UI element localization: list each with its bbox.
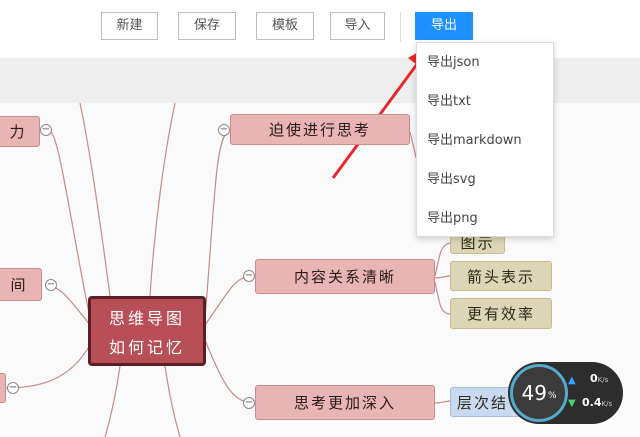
upload-unit: K/s [597, 376, 609, 384]
collapse-toggle-icon[interactable]: − [218, 124, 230, 136]
node-label: 更有效率 [466, 305, 535, 323]
node-left-2[interactable]: 间 [0, 268, 42, 301]
node-label: 层次结 [457, 393, 509, 412]
download-arrow-icon: ▼ [568, 398, 576, 409]
node-left-3[interactable] [0, 373, 6, 403]
node-force-thinking[interactable]: 迫使进行思考 [230, 114, 410, 145]
menu-item-export-svg[interactable]: 导出svg [427, 170, 476, 190]
node-deeper-thinking[interactable]: 思考更加深入 [255, 385, 435, 420]
upload-arrow-icon: ▲ [568, 375, 576, 386]
node-clear-relations[interactable]: 内容关系清晰 [255, 259, 435, 294]
upload-value: 0 [590, 372, 598, 385]
download-speed: 0.4K/s [582, 396, 612, 409]
collapse-toggle-icon[interactable]: − [243, 270, 255, 282]
node-label: 内容关系清晰 [293, 268, 396, 286]
collapse-toggle-icon[interactable]: − [40, 124, 52, 136]
menu-item-export-txt[interactable]: 导出txt [427, 92, 471, 112]
node-label: 迫使进行思考 [268, 121, 371, 139]
node-more-efficient[interactable]: 更有效率 [450, 298, 552, 329]
menu-item-export-json[interactable]: 导出json [427, 53, 480, 73]
collapse-toggle-icon[interactable]: − [45, 279, 57, 291]
menu-item-export-png[interactable]: 导出png [427, 209, 478, 229]
collapse-toggle-icon[interactable]: − [243, 397, 255, 409]
menu-item-export-markdown[interactable]: 导出markdown [427, 131, 522, 151]
central-topic-line1: 思维导图 [108, 308, 185, 328]
node-label: 间 [10, 276, 28, 294]
download-value: 0.4 [582, 396, 602, 409]
collapse-toggle-icon[interactable]: − [7, 382, 19, 394]
node-label: 思考更加深入 [293, 394, 396, 412]
cpu-value: 49 [521, 381, 547, 405]
cpu-gauge: 49% [510, 364, 568, 422]
node-label: 力 [9, 123, 27, 141]
node-arrow-notation[interactable]: 箭头表示 [450, 261, 552, 291]
cpu-percent-sign: % [547, 391, 557, 401]
download-unit: K/s [601, 400, 613, 408]
upload-speed: 0K/s [590, 372, 608, 385]
node-left-1[interactable]: 力 [0, 116, 40, 147]
export-dropdown: 导出json 导出txt 导出markdown 导出svg 导出png [416, 42, 554, 237]
central-topic-line2: 如何记忆 [108, 337, 185, 357]
node-label: 箭头表示 [466, 267, 535, 286]
central-topic[interactable]: 思维导图 如何记忆 [88, 296, 206, 366]
